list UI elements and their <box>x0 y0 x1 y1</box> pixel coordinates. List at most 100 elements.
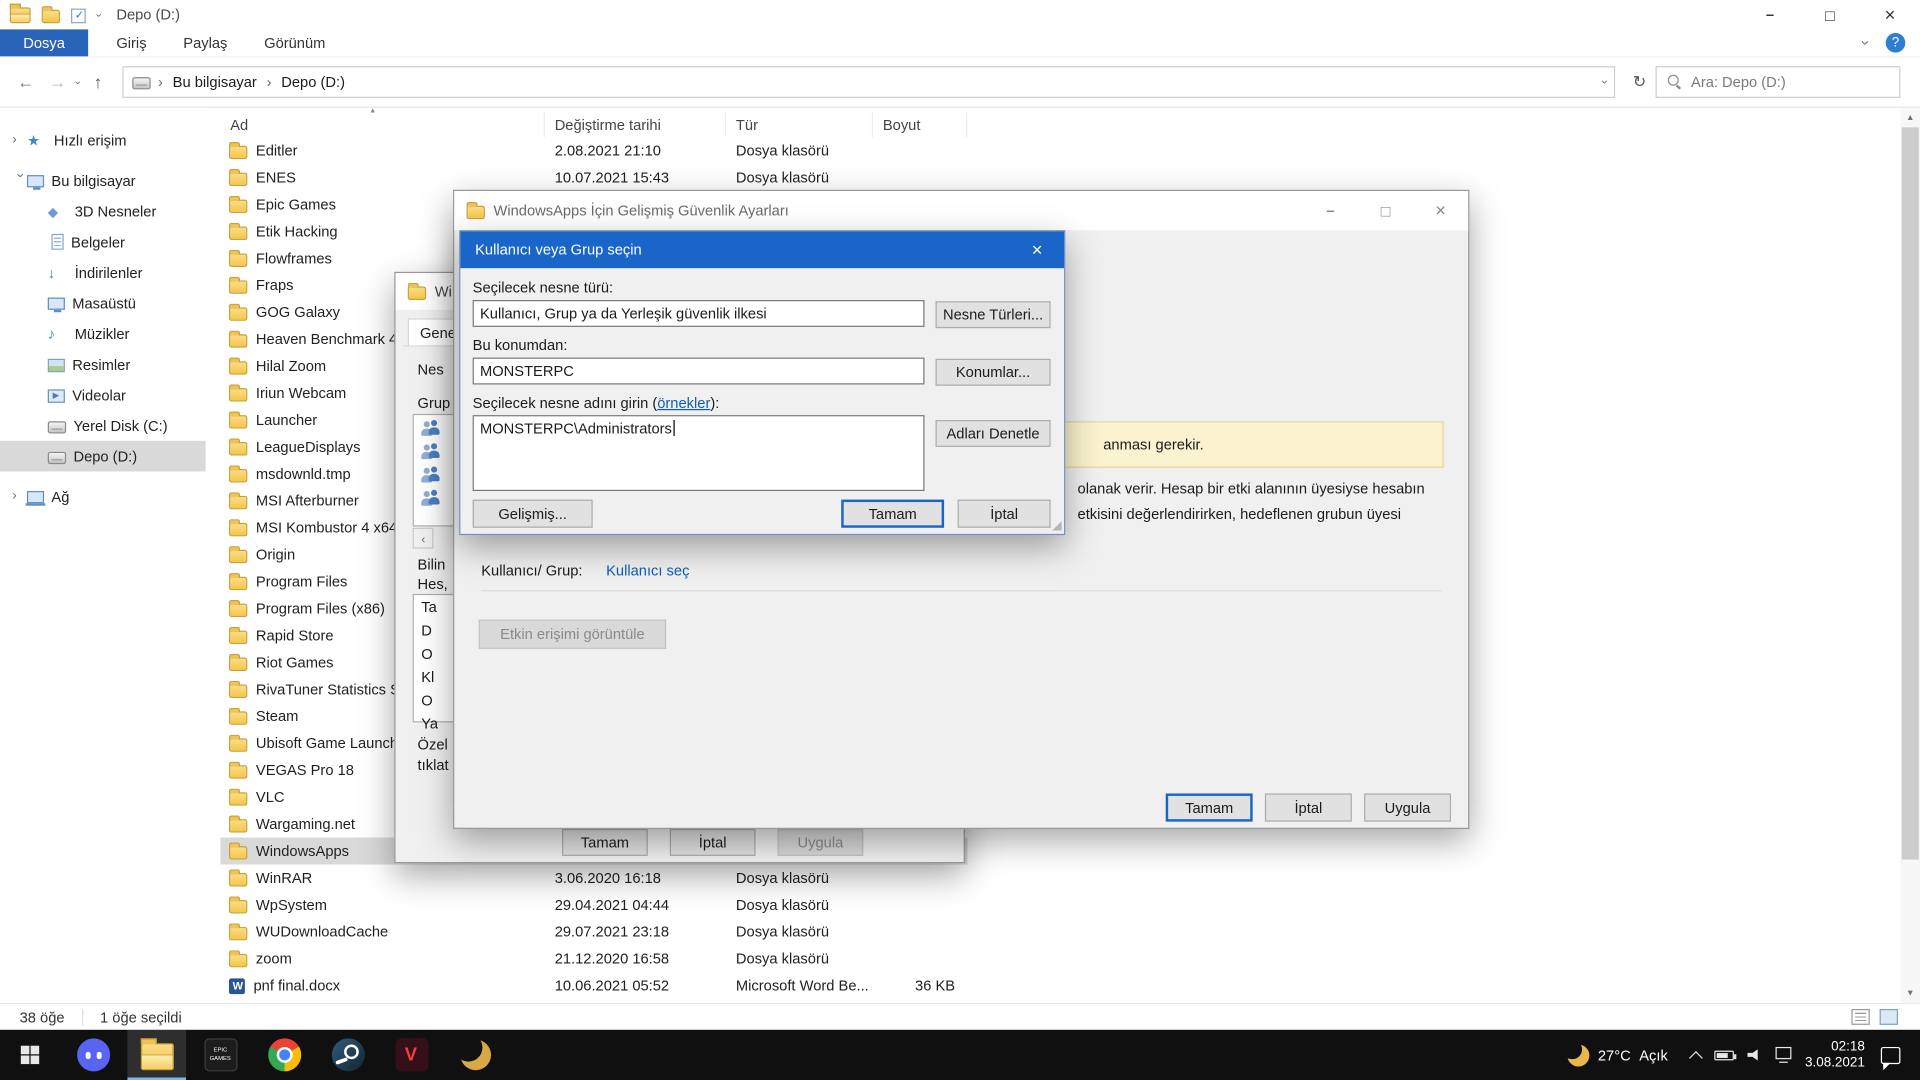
file-row-folder[interactable]: WUDownloadCache 29.07.2021 23:18 Dosya k… <box>220 918 967 945</box>
volume-icon[interactable] <box>1747 1048 1762 1061</box>
ok-button[interactable]: Tamam <box>1166 793 1253 821</box>
object-name-field[interactable]: MONSTERPC\Administrators <box>473 415 925 491</box>
expander-icon[interactable] <box>12 490 27 503</box>
ok-button[interactable]: Tamam <box>841 500 944 528</box>
start-button[interactable] <box>0 1030 59 1080</box>
expander-icon[interactable] <box>13 173 26 188</box>
breadcrumb-this-pc[interactable]: Bu bilgisayar <box>170 73 259 90</box>
column-header[interactable]: Tür <box>726 113 873 137</box>
sidebar-item-download[interactable]: İndirilenler <box>0 257 206 288</box>
details-view-icon[interactable] <box>1851 1009 1869 1025</box>
taskbar-app-tb-discord[interactable] <box>64 1030 123 1080</box>
location-field[interactable]: MONSTERPC <box>473 358 925 385</box>
apply-button[interactable]: Uygula <box>778 829 864 856</box>
file-row-folder[interactable]: ENES 10.07.2021 15:43 Dosya klasörü <box>220 164 967 191</box>
file-row-folder[interactable]: zoom 21.12.2020 16:58 Dosya klasörü <box>220 945 967 972</box>
ribbon-tab[interactable]: Paylaş <box>165 29 246 56</box>
close-button[interactable] <box>1010 231 1064 268</box>
resize-grip[interactable] <box>1052 519 1061 532</box>
tab-dosya[interactable]: Dosya <box>0 29 88 56</box>
breadcrumb-current[interactable]: Depo (D:) <box>279 73 348 90</box>
view-effective-access-button[interactable]: Etkin erişimi görüntüle <box>479 620 666 649</box>
check-names-button[interactable]: Adları Denetle <box>936 420 1051 447</box>
ok-button[interactable]: Tamam <box>562 829 648 856</box>
file-row-folder[interactable]: WinRAR 3.06.2020 16:18 Dosya klasörü <box>220 864 967 891</box>
expander-icon[interactable] <box>12 133 27 146</box>
ribbon-tab[interactable]: Görünüm <box>246 29 344 56</box>
up-button[interactable] <box>82 72 114 92</box>
ribbon-tab[interactable]: Giriş <box>98 29 165 56</box>
breadcrumb-chevron-icon[interactable] <box>158 75 163 90</box>
scroll-down-icon[interactable] <box>1900 983 1920 1003</box>
network-icon[interactable] <box>1776 1047 1792 1059</box>
cancel-button[interactable]: İptal <box>1265 793 1352 821</box>
column-header[interactable]: Boyut <box>873 113 967 137</box>
sidebar-item-drive[interactable]: Depo (D:) <box>0 441 206 472</box>
sidebar-item-network[interactable]: Ağ <box>0 481 206 512</box>
object-type-field[interactable]: Kullanıcı, Grup ya da Yerleşik güvenlik … <box>473 300 925 327</box>
maximize-button[interactable] <box>1358 191 1413 230</box>
battery-icon[interactable] <box>1714 1050 1734 1060</box>
scrollbar-thumb[interactable] <box>1902 127 1919 859</box>
file-type: Dosya klasörü <box>726 923 873 940</box>
file-row-folder[interactable]: WpSystem 29.04.2021 04:44 Dosya klasörü <box>220 891 967 918</box>
close-button[interactable] <box>1860 0 1920 29</box>
file-row-word[interactable]: pnf final.docx 10.06.2021 05:52 Microsof… <box>220 972 967 999</box>
ribbon-collapse-chevron-icon[interactable] <box>1859 40 1874 45</box>
object-types-button[interactable]: Nesne Türleri... <box>936 301 1051 328</box>
maximize-button[interactable] <box>1800 0 1860 29</box>
recent-locations-chevron-icon[interactable] <box>72 80 83 84</box>
minimize-button[interactable] <box>1303 191 1358 230</box>
cancel-button[interactable]: İptal <box>670 829 756 856</box>
qat-properties-icon[interactable] <box>71 8 86 23</box>
cancel-button[interactable]: İptal <box>958 500 1051 528</box>
minimize-button[interactable] <box>1740 0 1800 29</box>
sidebar-item-picture[interactable]: Resimler <box>0 349 206 380</box>
sidebar-item-desktop[interactable]: Masaüstü <box>0 288 206 319</box>
taskbar-app-tb-crescent[interactable] <box>446 1030 505 1080</box>
thumbnail-view-icon[interactable] <box>1880 1009 1898 1025</box>
file-type: Dosya klasörü <box>726 896 873 913</box>
vertical-scrollbar[interactable] <box>1900 108 1920 1003</box>
weather-widget[interactable]: 27°C Açık <box>1557 1044 1677 1066</box>
file-row-folder[interactable]: Editler 2.08.2021 21:10 Dosya klasörü <box>220 137 967 164</box>
search-box[interactable]: Ara: Depo (D:) <box>1656 66 1901 98</box>
forward-button[interactable] <box>42 72 74 92</box>
taskbar-app-tb-explorer[interactable] <box>127 1030 186 1080</box>
locations-button[interactable]: Konumlar... <box>936 359 1051 386</box>
taskbar-app-tb-chrome[interactable] <box>255 1030 314 1080</box>
breadcrumb-chevron-icon[interactable] <box>267 75 272 90</box>
qat-folder-icon[interactable] <box>42 9 60 22</box>
file-name: ENES <box>256 169 296 186</box>
refresh-button[interactable] <box>1624 72 1656 92</box>
apply-button[interactable]: Uygula <box>1364 793 1451 821</box>
select-user-link[interactable]: Kullanıcı seç <box>606 562 689 579</box>
close-button[interactable] <box>1413 191 1468 230</box>
sidebar-item-music[interactable]: Müzikler <box>0 318 206 349</box>
column-header[interactable]: Değiştirme tarihi <box>545 113 726 137</box>
taskbar-clock[interactable]: 02:18 3.08.2021 <box>1805 1039 1865 1071</box>
action-center-icon[interactable] <box>1881 1046 1901 1063</box>
back-button[interactable] <box>10 72 42 92</box>
sidebar-item-drive[interactable]: Yerel Disk (C:) <box>0 410 206 441</box>
taskbar-app-tb-epic[interactable] <box>191 1030 250 1080</box>
column-header[interactable]: Ad <box>220 113 544 137</box>
qat-customize-chevron-icon[interactable] <box>93 13 104 17</box>
tray-expand-icon[interactable] <box>1689 1050 1703 1064</box>
address-dropdown-chevron-icon[interactable] <box>1597 80 1609 84</box>
taskbar-app-tb-steam[interactable] <box>318 1030 377 1080</box>
address-bar[interactable]: Bu bilgisayar Depo (D:) <box>122 66 1615 98</box>
permissions-note-line1: Bilin <box>418 556 446 573</box>
scroll-up-icon[interactable] <box>1900 108 1920 128</box>
sidebar-item-cube[interactable]: 3D Nesneler <box>0 196 206 227</box>
sidebar-item-pc[interactable]: Bu bilgisayar <box>0 165 206 196</box>
examples-link[interactable]: örnekler <box>657 394 710 411</box>
sidebar-item-doc[interactable]: Belgeler <box>0 227 206 258</box>
sidebar-item-star[interactable]: Hızlı erişim <box>0 125 206 156</box>
sidebar-item-video[interactable]: Videolar <box>0 380 206 411</box>
help-icon[interactable] <box>1886 33 1906 53</box>
advanced-button[interactable]: Gelişmiş... <box>473 500 593 528</box>
taskbar-app-tb-vivaldi[interactable] <box>382 1030 441 1080</box>
h-scroll-left-button[interactable] <box>413 528 434 549</box>
file-name: Rapid Store <box>256 627 334 644</box>
